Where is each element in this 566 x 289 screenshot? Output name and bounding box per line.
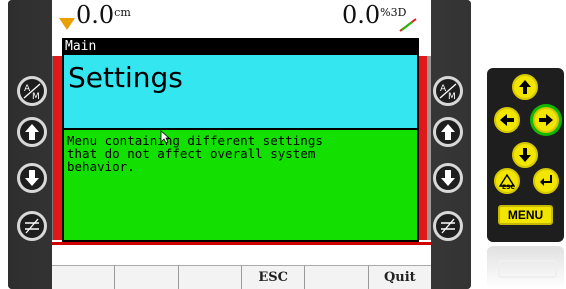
keypad-enter-button[interactable] <box>533 168 559 194</box>
dialog-description: Menu containing different settings that … <box>67 133 323 174</box>
right-readout: 0.0%3D <box>342 2 406 28</box>
dialog-body: Menu containing different settings that … <box>64 130 417 240</box>
svg-text:M: M <box>448 92 456 102</box>
esc-function-key[interactable]: ESC <box>242 266 306 289</box>
function-key-bar: ESC Quit <box>52 265 431 289</box>
level-button-right[interactable] <box>433 211 463 241</box>
right-alarm-bar <box>418 56 427 240</box>
left-readout-unit: cm <box>114 6 131 19</box>
arrow-up-icon <box>441 124 455 140</box>
function-key-2[interactable] <box>115 266 179 289</box>
up-button-left[interactable] <box>17 117 47 147</box>
auto-manual-icon: AM <box>439 83 457 102</box>
up-button-right[interactable] <box>433 117 463 147</box>
function-key-5[interactable] <box>305 266 369 289</box>
down-button-left[interactable] <box>17 163 47 193</box>
keypad-right-button[interactable] <box>533 107 559 133</box>
keypad-escape-button[interactable]: ESC <box>494 168 520 194</box>
right-edge <box>427 56 431 240</box>
keypad-up-button[interactable] <box>512 74 538 100</box>
hourglass-icon <box>59 18 75 30</box>
arrow-up-icon <box>25 124 39 140</box>
menu-button-reflection <box>498 260 557 278</box>
settings-dialog: Main Settings Menu containing different … <box>62 38 419 242</box>
quit-function-key[interactable]: Quit <box>369 266 431 289</box>
keypad-down-button[interactable] <box>512 142 538 168</box>
left-readout: 0.0cm <box>76 2 131 28</box>
down-button-right[interactable] <box>433 163 463 193</box>
arrow-down-icon <box>519 148 531 162</box>
lower-area <box>52 245 431 265</box>
auto-manual-button-left[interactable]: AM <box>17 76 47 106</box>
function-key-3[interactable] <box>179 266 242 289</box>
keypad-left-button[interactable] <box>494 107 520 133</box>
level-icon <box>441 218 455 234</box>
right-readout-value: 0.0 <box>342 1 381 29</box>
mouse-pointer-icon <box>160 130 170 144</box>
dialog-title-bar: Main <box>62 38 419 55</box>
escape-label: ESC <box>502 184 515 191</box>
display-screen: 0.0cm 0.0%3D Main Settings Menu containi… <box>52 0 431 289</box>
dialog-heading: Settings <box>68 61 183 94</box>
slope-indicator-icon <box>399 18 417 32</box>
level-icon <box>25 218 39 234</box>
svg-text:M: M <box>32 92 40 102</box>
menu-button[interactable]: MENU <box>498 205 553 225</box>
auto-manual-button-right[interactable]: AM <box>433 76 463 106</box>
arrow-down-icon <box>441 170 455 186</box>
enter-icon <box>540 175 552 186</box>
function-key-1[interactable] <box>52 266 116 289</box>
level-button-left[interactable] <box>17 211 47 241</box>
arrow-up-icon <box>519 80 531 94</box>
arrow-right-icon <box>539 114 553 126</box>
dialog-header[interactable]: Settings <box>64 55 417 128</box>
auto-manual-icon: AM <box>23 83 41 102</box>
arrow-down-icon <box>25 170 39 186</box>
arrow-left-icon <box>500 114 514 126</box>
left-readout-value: 0.0 <box>76 1 115 29</box>
left-alarm-bar <box>53 56 62 240</box>
